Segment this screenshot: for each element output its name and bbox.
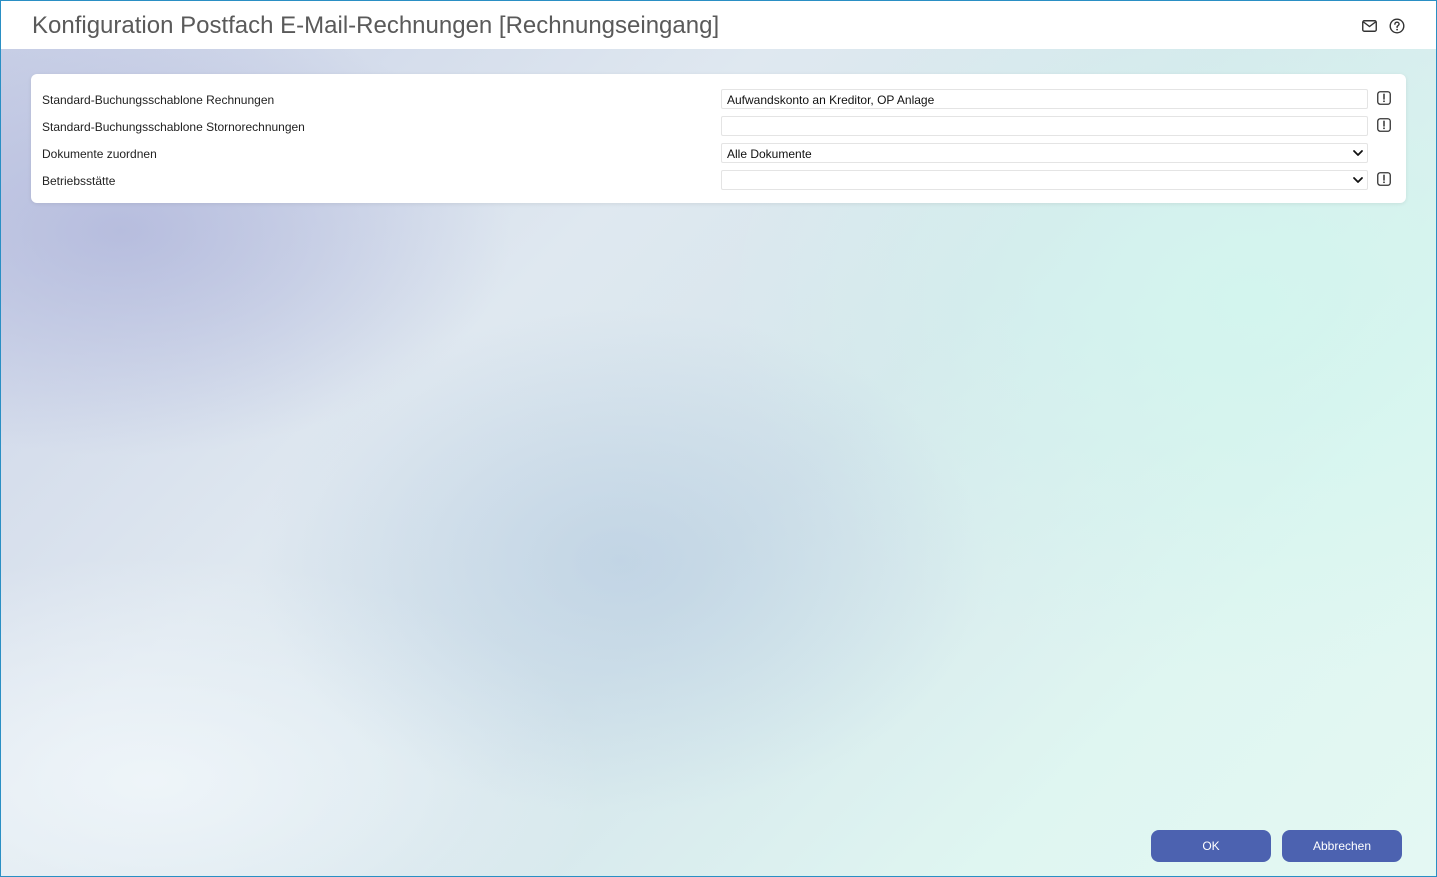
chevron-down-icon	[1353, 150, 1363, 156]
buchungsschablone-stornorechnungen-input[interactable]	[721, 116, 1368, 136]
info-icon[interactable]	[1377, 172, 1391, 186]
field-label: Standard-Buchungsschablone Stornorechnun…	[42, 120, 305, 134]
field-label: Dokumente zuordnen	[42, 147, 157, 161]
dokumente-zuordnen-select[interactable]: Alle Dokumente	[721, 143, 1368, 163]
ok-button[interactable]: OK	[1151, 830, 1271, 862]
info-icon[interactable]	[1377, 118, 1391, 132]
cancel-button[interactable]: Abbrechen	[1282, 830, 1402, 862]
select-value: Alle Dokumente	[727, 147, 812, 161]
row-betriebsstaette: Betriebsstätte	[31, 170, 1406, 192]
help-icon[interactable]	[1388, 17, 1405, 34]
buchungsschablone-rechnungen-input[interactable]: Aufwandskonto an Kreditor, OP Anlage	[721, 89, 1368, 109]
dialog-window: Konfiguration Postfach E-Mail-Rechnungen…	[0, 0, 1437, 877]
title-bar: Konfiguration Postfach E-Mail-Rechnungen…	[1, 1, 1436, 49]
settings-panel: Standard-Buchungsschablone Rechnungen Au…	[31, 74, 1406, 203]
field-label: Standard-Buchungsschablone Rechnungen	[42, 93, 275, 107]
field-label: Betriebsstätte	[42, 174, 116, 188]
mail-icon[interactable]	[1361, 17, 1378, 34]
row-dokumente-zuordnen: Dokumente zuordnen Alle Dokumente	[31, 143, 1406, 165]
row-buchungsschablone-rechnungen: Standard-Buchungsschablone Rechnungen Au…	[31, 89, 1406, 111]
chevron-down-icon	[1353, 177, 1363, 183]
dialog-title: Konfiguration Postfach E-Mail-Rechnungen…	[32, 12, 720, 39]
betriebsstaette-select[interactable]	[721, 170, 1368, 190]
row-buchungsschablone-stornorechnungen: Standard-Buchungsschablone Stornorechnun…	[31, 116, 1406, 138]
info-icon[interactable]	[1377, 91, 1391, 105]
